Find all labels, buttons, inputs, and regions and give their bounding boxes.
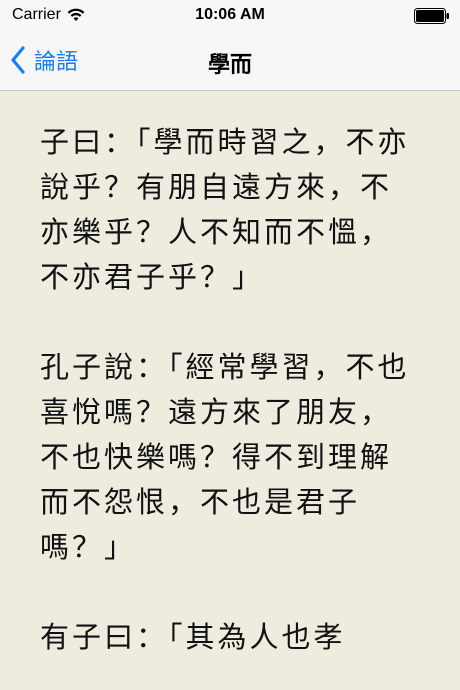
page-title: 學而 bbox=[207, 53, 252, 78]
battery-icon bbox=[414, 8, 449, 24]
paragraph-translation: 孔子說：「經常學習，不也喜悅嗎？遠方來了朋友，不也快樂嗎？得不到理解而不怨恨，不… bbox=[40, 350, 410, 564]
text-content[interactable]: 子曰：「學而時習之，不亦說乎？有朋自遠方來，不亦樂乎？人不知而不慍，不亦君子乎？… bbox=[0, 91, 460, 690]
navigation-bar: 論語 學而 bbox=[0, 30, 460, 91]
status-bar: Carrier 10:06 AM bbox=[0, 0, 460, 30]
paragraph-original-text: 子曰：「學而時習之，不亦說乎？有朋自遠方來，不亦樂乎？人不知而不慍，不亦君子乎？… bbox=[40, 125, 410, 294]
status-time: 10:06 AM bbox=[195, 6, 265, 23]
paragraph-next-original: 有子曰：「其為人也孝 bbox=[40, 620, 346, 654]
